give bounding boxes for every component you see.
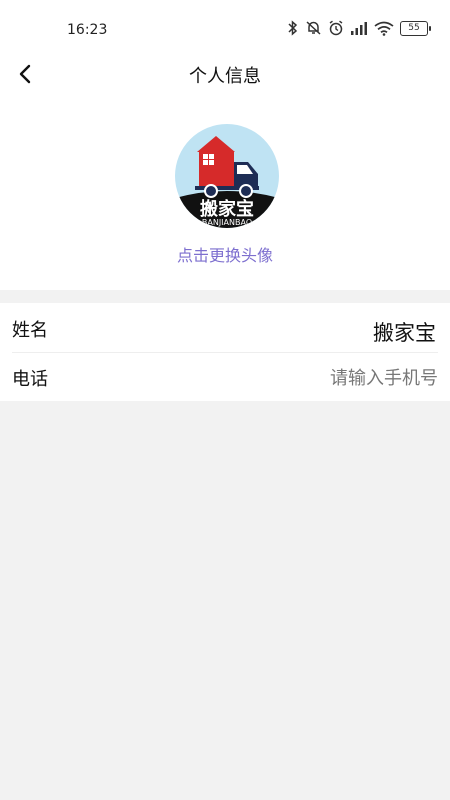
battery-icon: 55 bbox=[400, 20, 431, 36]
header-area: 16:23 55 个人信息 搬家宝 BANJIANBAO 点击更换头像 bbox=[0, 0, 450, 290]
alarm-icon bbox=[329, 20, 343, 36]
name-value[interactable]: 搬家宝 bbox=[373, 317, 436, 347]
phone-row[interactable]: 电话 bbox=[0, 352, 450, 401]
name-label: 姓名 bbox=[12, 320, 48, 341]
info-list: 姓名 搬家宝 电话 bbox=[0, 303, 450, 401]
nav-bar: 个人信息 bbox=[0, 50, 450, 98]
phone-input[interactable] bbox=[218, 364, 438, 392]
avatar-logo-text: 搬家宝 bbox=[200, 198, 254, 220]
signal-icon bbox=[351, 21, 367, 35]
page-title: 个人信息 bbox=[189, 66, 261, 87]
avatar[interactable]: 搬家宝 BANJIANBAO bbox=[175, 124, 279, 228]
avatar-logo-subtext: BANJIANBAO bbox=[202, 218, 252, 227]
bluetooth-icon bbox=[288, 20, 298, 36]
status-icons: 55 bbox=[287, 20, 431, 36]
change-avatar-link[interactable]: 点击更换头像 bbox=[0, 242, 450, 266]
phone-label: 电话 bbox=[12, 369, 48, 390]
mute-bell-icon bbox=[306, 21, 321, 35]
avatar-logo: 搬家宝 BANJIANBAO bbox=[175, 124, 279, 228]
status-time: 16:23 bbox=[67, 22, 108, 38]
wifi-icon bbox=[374, 21, 394, 36]
name-row[interactable]: 姓名 搬家宝 bbox=[0, 303, 450, 352]
